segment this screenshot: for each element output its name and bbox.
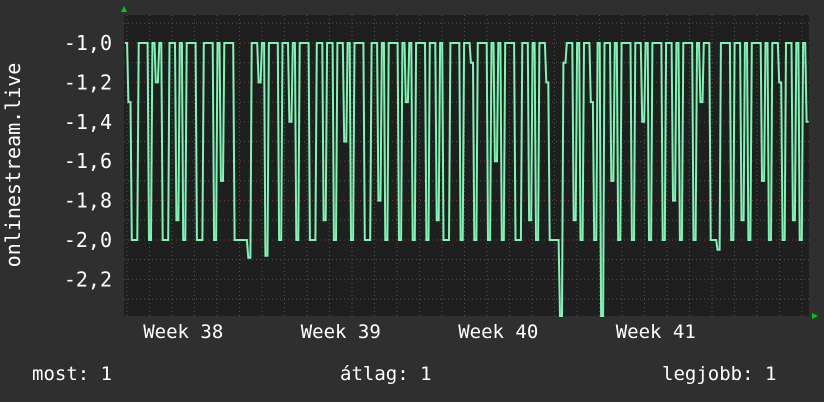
y-axis-label: onlinestream.live bbox=[1, 63, 25, 268]
y-tick-label: -1,6 bbox=[64, 149, 112, 173]
y-tick-label: -1,2 bbox=[64, 70, 112, 94]
y-tick-label: -1,8 bbox=[64, 189, 112, 213]
plot-background bbox=[124, 15, 809, 316]
line-chart: -1,0 -1,2 -1,4 -1,6 -1,8 -2,0 -2,2 Week 38 Week… bbox=[1, 6, 818, 343]
x-axis-arrow-icon bbox=[812, 313, 818, 319]
legend-average: átlag: 1 bbox=[340, 363, 432, 385]
x-tick-label: Week 40 bbox=[458, 321, 538, 343]
y-axis-arrow-icon bbox=[121, 6, 127, 12]
y-tick-label: -1,4 bbox=[64, 110, 112, 134]
x-tick-label: Week 41 bbox=[616, 321, 696, 343]
y-tick-label: -1,0 bbox=[64, 31, 112, 55]
y-tick-label: -2,0 bbox=[64, 228, 112, 252]
x-tick-label: Week 38 bbox=[143, 321, 223, 343]
y-tick-label: -2,2 bbox=[64, 267, 112, 291]
legend-max: legjobb: 1 bbox=[662, 363, 777, 385]
legend-current: most: 1 bbox=[32, 363, 113, 385]
x-tick-label: Week 39 bbox=[301, 321, 381, 343]
